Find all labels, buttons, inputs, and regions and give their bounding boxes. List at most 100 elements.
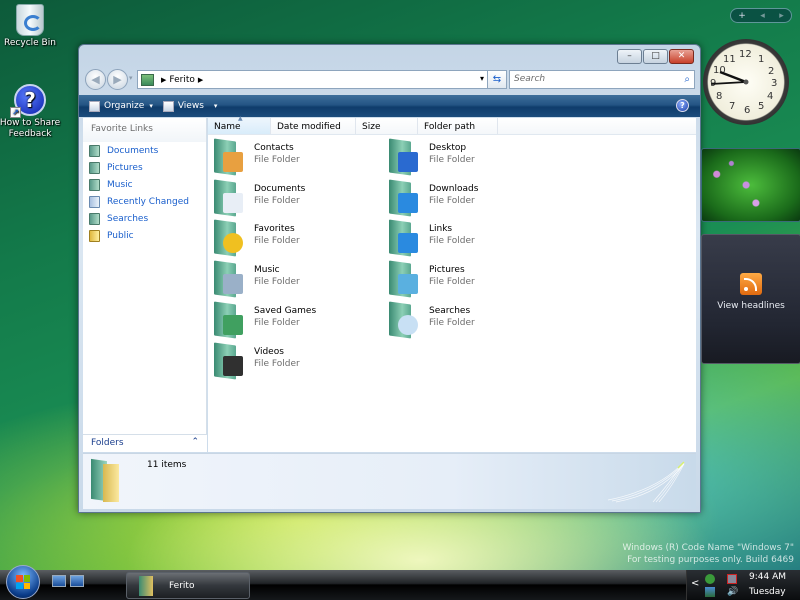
item-name: Documents xyxy=(254,183,306,194)
previous-gadgets-button[interactable]: ◂ xyxy=(760,11,765,21)
column-name[interactable]: ▲ Name xyxy=(208,115,271,134)
favorites-folder-icon xyxy=(214,219,246,257)
address-bar[interactable]: ▶ Ferito ▶ ▾ xyxy=(137,70,489,89)
folder-item-saved-games[interactable]: Saved Games File Folder xyxy=(214,301,384,341)
file-list: ▲ Name Date modified Size Folder path Con… xyxy=(208,115,696,452)
nav-item-documents[interactable]: Documents xyxy=(83,142,206,159)
help-button[interactable]: ? xyxy=(676,99,689,112)
folder-item-downloads[interactable]: Downloads File Folder xyxy=(389,179,559,219)
item-name: Favorites xyxy=(254,224,295,235)
item-name: Pictures xyxy=(429,265,465,276)
watermark-line1: Windows (R) Code Name "Windows 7" xyxy=(622,543,794,553)
contacts-folder-icon xyxy=(214,138,246,176)
organize-button[interactable]: Organize ▾ xyxy=(89,100,153,112)
breadcrumb-ferito[interactable]: Ferito xyxy=(169,75,194,85)
folder-item-links[interactable]: Links File Folder xyxy=(389,219,559,259)
feed-headlines-gadget[interactable]: View headlines xyxy=(701,234,800,364)
recycle-bin-icon xyxy=(16,4,44,36)
clock-time[interactable]: 9:44 AM xyxy=(749,572,786,582)
documents-folder-icon xyxy=(89,144,100,157)
column-date-modified[interactable]: Date modified xyxy=(271,118,356,134)
searches-folder-icon xyxy=(89,212,100,225)
folder-item-desktop[interactable]: Desktop File Folder xyxy=(389,138,559,178)
nav-item-searches[interactable]: Searches xyxy=(83,210,206,227)
item-type: File Folder xyxy=(429,155,475,165)
windows-update-icon[interactable] xyxy=(705,587,715,597)
item-type: File Folder xyxy=(429,195,475,206)
folder-item-documents[interactable]: Documents File Folder xyxy=(214,179,384,219)
search-input[interactable]: Search ⌕ xyxy=(509,70,695,89)
views-icon xyxy=(162,100,174,112)
organize-icon xyxy=(89,100,100,112)
search-icon[interactable]: ⌕ xyxy=(684,71,690,88)
desktop-icon-recycle-bin[interactable]: Recycle Bin xyxy=(0,4,62,49)
slideshow-gadget[interactable] xyxy=(701,148,800,222)
item-name: Saved Games xyxy=(254,305,317,316)
folders-label: Folders xyxy=(91,438,124,448)
rss-icon xyxy=(740,273,762,295)
folders-toggle[interactable]: Folders ⌃ xyxy=(83,434,207,452)
caption-buttons: – □ ✕ xyxy=(616,49,694,64)
security-center-icon[interactable] xyxy=(705,574,715,584)
show-hidden-icons-button[interactable]: < xyxy=(691,578,699,589)
show-desktop-icon[interactable] xyxy=(52,575,66,587)
folder-item-contacts[interactable]: Contacts File Folder xyxy=(214,138,384,178)
item-type: File Folder xyxy=(254,358,300,369)
nav-item-public[interactable]: Public xyxy=(83,227,206,244)
maximize-button[interactable]: □ xyxy=(643,49,668,64)
folder-item-videos[interactable]: Videos File Folder xyxy=(214,341,384,382)
folder-icon xyxy=(91,458,121,502)
folder-item-music[interactable]: Music File Folder xyxy=(214,260,384,300)
desktop-icon-how-to-share-feedback[interactable]: ? ↗ How to Share Feedback xyxy=(0,84,62,140)
close-button[interactable]: ✕ xyxy=(669,49,694,64)
chevron-up-icon: ⌃ xyxy=(191,437,199,447)
folder-item-searches[interactable]: Searches File Folder xyxy=(389,301,559,341)
refresh-button[interactable]: ⇆ xyxy=(487,70,507,89)
add-gadget-button[interactable]: + xyxy=(738,11,746,21)
navigation-pane: Favorite Links Documents Pictures Music … xyxy=(83,118,207,452)
next-gadgets-button[interactable]: ▸ xyxy=(779,11,784,21)
view-headlines-link[interactable]: View headlines xyxy=(702,301,800,311)
minimize-button[interactable]: – xyxy=(617,49,642,64)
switch-windows-icon[interactable] xyxy=(70,575,84,587)
taskbar: Ferito < 🔊 9:44 AM Tuesday xyxy=(0,565,800,600)
clock-gadget[interactable]: 1212 345 678 91011 xyxy=(703,39,789,125)
recently-changed-icon xyxy=(89,195,100,208)
item-name: Downloads xyxy=(429,183,479,194)
start-button[interactable] xyxy=(6,565,40,599)
recent-pages-dropdown[interactable]: ▾ xyxy=(129,74,133,82)
address-dropdown-icon[interactable]: ▾ xyxy=(480,74,484,83)
nav-item-label: Recently Changed xyxy=(107,196,189,207)
column-folder-path[interactable]: Folder path xyxy=(418,118,498,134)
help-icon: ? ↗ xyxy=(10,84,46,118)
volume-icon[interactable]: 🔊 xyxy=(727,587,738,597)
column-label: Size xyxy=(362,122,381,132)
searches-folder-icon xyxy=(389,301,421,339)
nav-item-recently-changed[interactable]: Recently Changed xyxy=(83,193,206,210)
item-count: 11 items xyxy=(147,460,187,470)
item-name: Videos xyxy=(254,346,284,357)
back-button[interactable]: ◀ xyxy=(85,69,106,90)
clock-day[interactable]: Tuesday xyxy=(749,587,786,597)
item-type: File Folder xyxy=(254,317,300,328)
views-button[interactable]: Views ▾ xyxy=(162,100,218,112)
network-disconnected-icon[interactable] xyxy=(727,574,737,584)
item-type: File Folder xyxy=(429,317,475,328)
taskbar-button-ferito[interactable]: Ferito xyxy=(126,572,250,599)
folder-item-favorites[interactable]: Favorites File Folder xyxy=(214,219,384,259)
column-size[interactable]: Size xyxy=(356,118,418,134)
breadcrumb-arrow-icon[interactable]: ▶ xyxy=(161,76,166,84)
clock-hands xyxy=(710,70,749,85)
breadcrumb-arrow-icon[interactable]: ▶ xyxy=(198,76,203,84)
folder-item-pictures[interactable]: Pictures File Folder xyxy=(389,260,559,300)
explorer-window: – □ ✕ ◀ ▶ ▾ ▶ Ferito ▶ ▾ ⇆ Search ⌕ Orga… xyxy=(78,44,701,513)
saved-games-folder-icon xyxy=(214,301,246,339)
forward-button[interactable]: ▶ xyxy=(107,69,128,90)
public-folder-icon xyxy=(89,229,100,242)
nav-item-music[interactable]: Music xyxy=(83,176,206,193)
chevron-down-icon[interactable]: ▾ xyxy=(214,102,218,110)
nav-item-pictures[interactable]: Pictures xyxy=(83,159,206,176)
desktop-icon-label: Recycle Bin xyxy=(4,38,56,48)
item-type: File Folder xyxy=(429,277,475,288)
nav-item-label: Pictures xyxy=(107,162,143,173)
